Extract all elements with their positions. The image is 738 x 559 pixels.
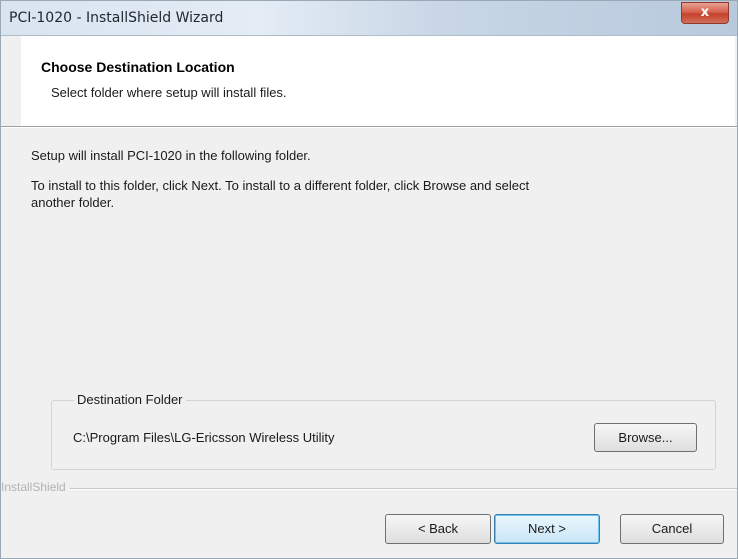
page-title: Choose Destination Location <box>41 59 235 75</box>
title-bar[interactable]: PCI-1020 - InstallShield Wizard x <box>1 1 737 36</box>
cancel-button[interactable]: Cancel <box>620 514 724 544</box>
next-button[interactable]: Next > <box>494 514 600 544</box>
instruction-text: To install to this folder, click Next. T… <box>31 178 530 193</box>
window-title: PCI-1020 - InstallShield Wizard <box>9 10 224 26</box>
install-info-text: Setup will install PCI-1020 in the follo… <box>31 148 311 163</box>
back-button[interactable]: < Back <box>385 514 491 544</box>
header-separator <box>1 126 737 128</box>
destination-path: C:\Program Files\LG-Ericsson Wireless Ut… <box>73 430 335 445</box>
footer-separator <box>1 488 737 490</box>
installshield-brand: InstallShield <box>1 480 70 494</box>
installer-window: PCI-1020 - InstallShield Wizard x Choose… <box>0 0 738 559</box>
close-icon: x <box>700 5 710 20</box>
close-button[interactable]: x <box>681 2 729 24</box>
header-panel: Choose Destination Location Select folde… <box>21 36 735 126</box>
instruction-text-continued: another folder. <box>31 195 115 210</box>
browse-button[interactable]: Browse... <box>594 423 697 452</box>
page-subtitle: Select folder where setup will install f… <box>51 85 287 100</box>
destination-folder-label: Destination Folder <box>74 392 186 407</box>
